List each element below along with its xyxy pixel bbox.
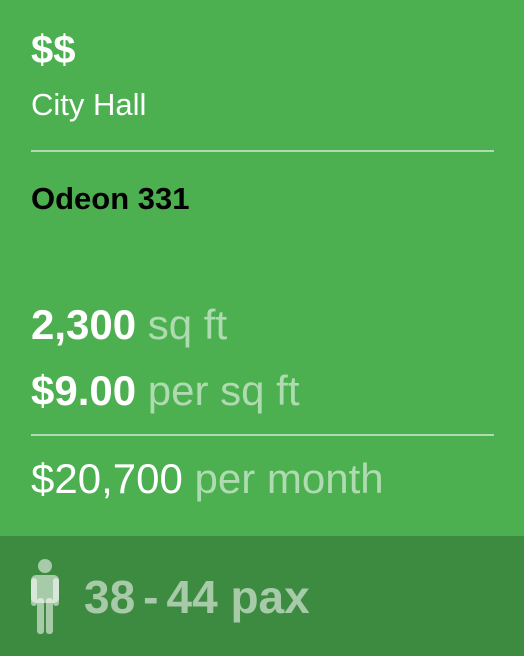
capacity-min: 38 bbox=[84, 571, 136, 623]
divider bbox=[31, 150, 494, 152]
listing-card[interactable]: $$ City Hall Odeon 331 2,300 sq ft $9.00… bbox=[0, 0, 524, 656]
rate-unit: per sq ft bbox=[147, 367, 300, 414]
monthly-value: $20,700 bbox=[31, 455, 183, 502]
capacity-range: 38-44 pax bbox=[84, 570, 310, 624]
price-tier: $$ bbox=[31, 28, 76, 72]
rate-stat: $9.00 per sq ft bbox=[31, 366, 300, 416]
area-unit: sq ft bbox=[147, 301, 228, 348]
monthly-unit: per month bbox=[194, 455, 384, 502]
capacity-max: 44 pax bbox=[166, 571, 310, 623]
capacity-footer: 38-44 pax bbox=[0, 536, 524, 656]
listing-name: Odeon 331 bbox=[31, 181, 190, 216]
area-value: 2,300 bbox=[31, 301, 137, 348]
area-stat: 2,300 sq ft bbox=[31, 300, 227, 350]
monthly-price-stat: $20,700 per month bbox=[31, 454, 384, 504]
divider bbox=[31, 434, 494, 436]
location-label: City Hall bbox=[31, 87, 147, 122]
rate-value: $9.00 bbox=[31, 367, 137, 414]
capacity-separator: - bbox=[143, 571, 159, 623]
person-icon bbox=[31, 559, 59, 634]
